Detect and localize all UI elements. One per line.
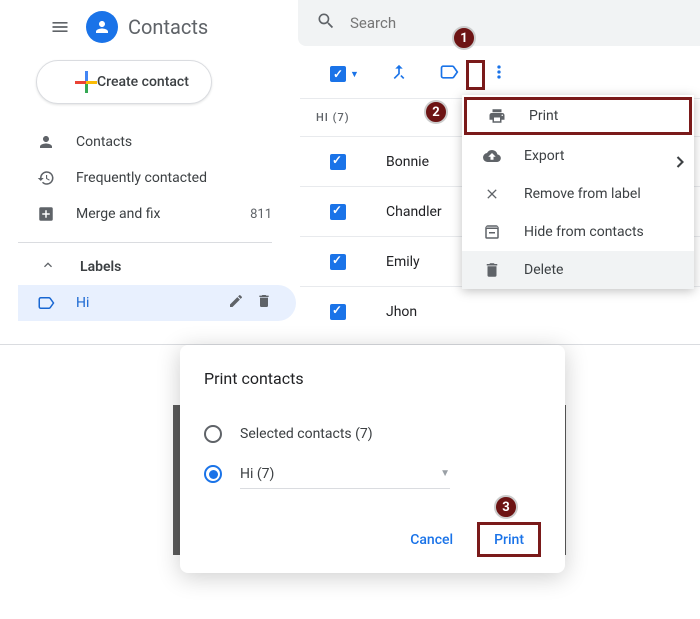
menu-item-label: Remove from label <box>524 186 641 202</box>
checkbox-icon <box>330 66 346 82</box>
app-title: Contacts <box>128 15 208 39</box>
print-dialog: Print contacts Selected contacts (7) Hi … <box>180 345 565 573</box>
checkbox[interactable] <box>330 254 346 270</box>
menu-item-remove[interactable]: Remove from label <box>462 175 694 213</box>
main-menu-button[interactable] <box>50 17 70 37</box>
dropdown-icon: ▼ <box>440 468 450 479</box>
sidebar-item-frequent[interactable]: Frequently contacted <box>18 160 296 196</box>
cancel-button[interactable]: Cancel <box>406 530 457 550</box>
chevron-right-icon[interactable] <box>670 148 690 180</box>
contact-name: Bonnie <box>386 154 429 170</box>
merge-count: 811 <box>250 207 272 222</box>
menu-item-label: Export <box>524 148 564 164</box>
label-select[interactable]: Hi (7) ▼ <box>240 459 450 489</box>
sidebar-item-contacts[interactable]: Contacts <box>18 124 296 160</box>
menu-item-label: Delete <box>524 262 563 278</box>
select-all-checkbox[interactable]: ▼ <box>330 66 359 82</box>
create-contact-button[interactable]: Create contact <box>36 60 212 104</box>
divider <box>18 242 272 243</box>
print-button[interactable]: Print <box>490 530 528 550</box>
avatar <box>86 11 118 43</box>
sidebar-item-label: Frequently contacted <box>76 170 272 186</box>
menu-item-hide[interactable]: Hide from contacts <box>462 213 694 251</box>
contact-name: Emily <box>386 254 420 270</box>
person-icon <box>36 133 56 151</box>
search-bar[interactable] <box>298 0 700 46</box>
select-value: Hi (7) <box>240 466 274 482</box>
trash-icon[interactable] <box>256 293 272 313</box>
menu-item-label: Print <box>529 108 558 124</box>
checkbox[interactable] <box>330 304 346 320</box>
more-button[interactable] <box>489 62 509 86</box>
sidebar-item-label: Contacts <box>76 134 272 150</box>
label-icon[interactable] <box>439 62 459 86</box>
print-icon <box>487 107 507 125</box>
sidebar-item-merge[interactable]: Merge and fix 811 <box>18 196 296 232</box>
checkbox[interactable] <box>330 204 346 220</box>
sidebar-item-label: Merge and fix <box>76 206 250 222</box>
create-contact-label: Create contact <box>97 74 189 90</box>
menu-item-delete[interactable]: Delete <box>462 251 694 289</box>
sidebar-label-hi[interactable]: Hi <box>18 285 296 321</box>
radio-selected-contacts[interactable] <box>204 425 222 443</box>
step-badge-2: 2 <box>424 100 448 124</box>
radio-label: Selected contacts (7) <box>240 426 373 442</box>
labels-header-text: Labels <box>80 259 121 275</box>
menu-item-label: Hide from contacts <box>524 224 644 240</box>
merge-icon <box>36 205 56 223</box>
step-badge-1: 1 <box>452 26 476 50</box>
label-icon <box>36 294 56 312</box>
pencil-icon[interactable] <box>228 293 244 313</box>
history-icon <box>36 169 56 187</box>
labels-header[interactable]: Labels <box>36 249 272 285</box>
menu-item-export[interactable]: Export <box>462 137 694 175</box>
trash-icon <box>482 261 502 279</box>
sidebar-label-name: Hi <box>76 295 228 311</box>
chevron-up-icon <box>40 257 56 277</box>
dialog-title: Print contacts <box>204 369 541 388</box>
archive-icon <box>482 223 502 241</box>
merge-icon[interactable] <box>389 62 409 86</box>
more-menu: Print Export Remove from label Hide from… <box>462 95 694 289</box>
contact-name: Jhon <box>386 304 417 320</box>
step-badge-3: 3 <box>494 495 518 519</box>
contact-name: Chandler <box>386 204 442 220</box>
radio-label-contacts[interactable] <box>204 465 222 483</box>
close-icon <box>482 186 502 202</box>
search-icon <box>316 11 336 35</box>
checkbox[interactable] <box>330 154 346 170</box>
plus-icon <box>63 71 85 93</box>
dropdown-icon: ▼ <box>350 69 359 80</box>
export-icon <box>482 147 502 165</box>
menu-item-print[interactable]: Print <box>464 97 692 135</box>
contact-row[interactable]: Jhon <box>300 286 700 336</box>
